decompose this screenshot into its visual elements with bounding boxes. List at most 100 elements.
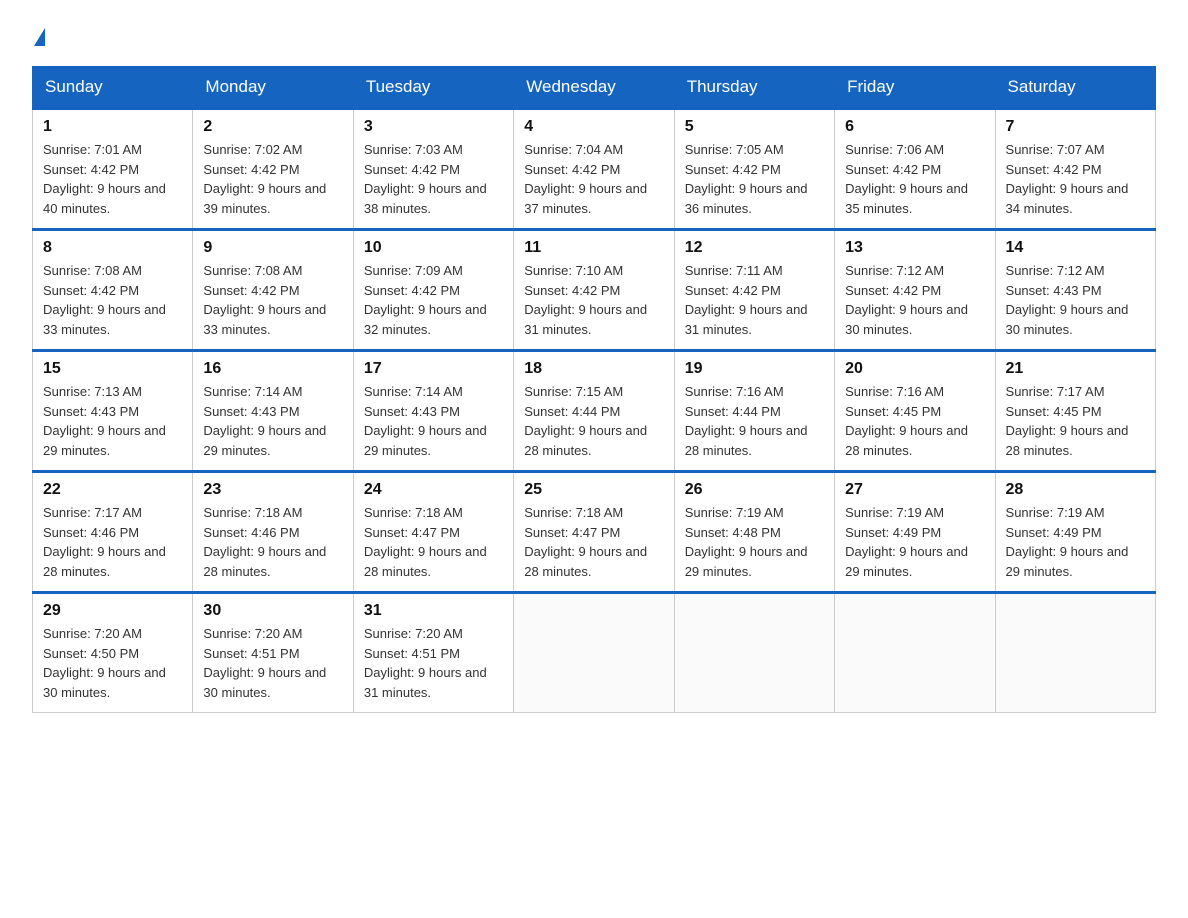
day-info: Sunrise: 7:16 AMSunset: 4:44 PMDaylight:… xyxy=(685,384,808,458)
day-info: Sunrise: 7:06 AMSunset: 4:42 PMDaylight:… xyxy=(845,142,968,216)
day-info: Sunrise: 7:20 AMSunset: 4:51 PMDaylight:… xyxy=(203,626,326,700)
calendar-day-cell: 8 Sunrise: 7:08 AMSunset: 4:42 PMDayligh… xyxy=(33,230,193,351)
day-info: Sunrise: 7:09 AMSunset: 4:42 PMDaylight:… xyxy=(364,263,487,337)
calendar-day-cell xyxy=(995,593,1155,713)
calendar-day-cell: 19 Sunrise: 7:16 AMSunset: 4:44 PMDaylig… xyxy=(674,351,834,472)
calendar-day-cell: 31 Sunrise: 7:20 AMSunset: 4:51 PMDaylig… xyxy=(353,593,513,713)
calendar-week-row: 29 Sunrise: 7:20 AMSunset: 4:50 PMDaylig… xyxy=(33,593,1156,713)
day-number: 8 xyxy=(43,239,182,257)
calendar-day-cell xyxy=(835,593,995,713)
calendar-day-cell: 27 Sunrise: 7:19 AMSunset: 4:49 PMDaylig… xyxy=(835,472,995,593)
day-number: 19 xyxy=(685,360,824,378)
day-number: 14 xyxy=(1006,239,1145,257)
day-info: Sunrise: 7:12 AMSunset: 4:42 PMDaylight:… xyxy=(845,263,968,337)
day-info: Sunrise: 7:16 AMSunset: 4:45 PMDaylight:… xyxy=(845,384,968,458)
day-number: 3 xyxy=(364,118,503,136)
calendar-week-row: 15 Sunrise: 7:13 AMSunset: 4:43 PMDaylig… xyxy=(33,351,1156,472)
day-number: 29 xyxy=(43,602,182,620)
day-number: 7 xyxy=(1006,118,1145,136)
calendar-day-cell: 6 Sunrise: 7:06 AMSunset: 4:42 PMDayligh… xyxy=(835,109,995,230)
calendar-day-cell: 3 Sunrise: 7:03 AMSunset: 4:42 PMDayligh… xyxy=(353,109,513,230)
calendar-day-cell: 30 Sunrise: 7:20 AMSunset: 4:51 PMDaylig… xyxy=(193,593,353,713)
day-number: 30 xyxy=(203,602,342,620)
day-number: 26 xyxy=(685,481,824,499)
calendar-day-cell: 25 Sunrise: 7:18 AMSunset: 4:47 PMDaylig… xyxy=(514,472,674,593)
calendar-day-cell: 15 Sunrise: 7:13 AMSunset: 4:43 PMDaylig… xyxy=(33,351,193,472)
calendar-week-row: 22 Sunrise: 7:17 AMSunset: 4:46 PMDaylig… xyxy=(33,472,1156,593)
day-info: Sunrise: 7:19 AMSunset: 4:49 PMDaylight:… xyxy=(1006,505,1129,579)
day-number: 6 xyxy=(845,118,984,136)
day-of-week-header: Saturday xyxy=(995,67,1155,109)
day-info: Sunrise: 7:18 AMSunset: 4:47 PMDaylight:… xyxy=(524,505,647,579)
day-number: 13 xyxy=(845,239,984,257)
day-info: Sunrise: 7:20 AMSunset: 4:51 PMDaylight:… xyxy=(364,626,487,700)
calendar-day-cell: 17 Sunrise: 7:14 AMSunset: 4:43 PMDaylig… xyxy=(353,351,513,472)
page-header xyxy=(32,24,1156,48)
day-of-week-header: Friday xyxy=(835,67,995,109)
calendar-day-cell: 29 Sunrise: 7:20 AMSunset: 4:50 PMDaylig… xyxy=(33,593,193,713)
calendar-week-row: 1 Sunrise: 7:01 AMSunset: 4:42 PMDayligh… xyxy=(33,109,1156,230)
day-info: Sunrise: 7:14 AMSunset: 4:43 PMDaylight:… xyxy=(364,384,487,458)
calendar-day-cell: 13 Sunrise: 7:12 AMSunset: 4:42 PMDaylig… xyxy=(835,230,995,351)
day-info: Sunrise: 7:10 AMSunset: 4:42 PMDaylight:… xyxy=(524,263,647,337)
day-info: Sunrise: 7:04 AMSunset: 4:42 PMDaylight:… xyxy=(524,142,647,216)
day-number: 22 xyxy=(43,481,182,499)
day-info: Sunrise: 7:17 AMSunset: 4:45 PMDaylight:… xyxy=(1006,384,1129,458)
day-number: 10 xyxy=(364,239,503,257)
day-number: 12 xyxy=(685,239,824,257)
day-number: 9 xyxy=(203,239,342,257)
day-number: 27 xyxy=(845,481,984,499)
day-info: Sunrise: 7:19 AMSunset: 4:49 PMDaylight:… xyxy=(845,505,968,579)
day-info: Sunrise: 7:20 AMSunset: 4:50 PMDaylight:… xyxy=(43,626,166,700)
day-number: 4 xyxy=(524,118,663,136)
day-info: Sunrise: 7:18 AMSunset: 4:46 PMDaylight:… xyxy=(203,505,326,579)
logo-triangle-icon xyxy=(34,28,45,46)
day-number: 31 xyxy=(364,602,503,620)
day-of-week-header: Monday xyxy=(193,67,353,109)
calendar-day-cell: 11 Sunrise: 7:10 AMSunset: 4:42 PMDaylig… xyxy=(514,230,674,351)
day-number: 1 xyxy=(43,118,182,136)
calendar-day-cell: 23 Sunrise: 7:18 AMSunset: 4:46 PMDaylig… xyxy=(193,472,353,593)
day-number: 20 xyxy=(845,360,984,378)
day-of-week-header: Tuesday xyxy=(353,67,513,109)
day-number: 23 xyxy=(203,481,342,499)
calendar-day-cell xyxy=(514,593,674,713)
day-number: 17 xyxy=(364,360,503,378)
day-info: Sunrise: 7:14 AMSunset: 4:43 PMDaylight:… xyxy=(203,384,326,458)
calendar-day-cell: 18 Sunrise: 7:15 AMSunset: 4:44 PMDaylig… xyxy=(514,351,674,472)
calendar-week-row: 8 Sunrise: 7:08 AMSunset: 4:42 PMDayligh… xyxy=(33,230,1156,351)
calendar-day-cell: 26 Sunrise: 7:19 AMSunset: 4:48 PMDaylig… xyxy=(674,472,834,593)
day-number: 15 xyxy=(43,360,182,378)
day-number: 5 xyxy=(685,118,824,136)
calendar-day-cell: 24 Sunrise: 7:18 AMSunset: 4:47 PMDaylig… xyxy=(353,472,513,593)
calendar-day-cell: 10 Sunrise: 7:09 AMSunset: 4:42 PMDaylig… xyxy=(353,230,513,351)
day-info: Sunrise: 7:08 AMSunset: 4:42 PMDaylight:… xyxy=(43,263,166,337)
calendar-day-cell: 5 Sunrise: 7:05 AMSunset: 4:42 PMDayligh… xyxy=(674,109,834,230)
calendar-day-cell: 14 Sunrise: 7:12 AMSunset: 4:43 PMDaylig… xyxy=(995,230,1155,351)
calendar-day-cell: 2 Sunrise: 7:02 AMSunset: 4:42 PMDayligh… xyxy=(193,109,353,230)
day-info: Sunrise: 7:07 AMSunset: 4:42 PMDaylight:… xyxy=(1006,142,1129,216)
calendar-day-cell: 21 Sunrise: 7:17 AMSunset: 4:45 PMDaylig… xyxy=(995,351,1155,472)
calendar-day-cell: 28 Sunrise: 7:19 AMSunset: 4:49 PMDaylig… xyxy=(995,472,1155,593)
day-info: Sunrise: 7:18 AMSunset: 4:47 PMDaylight:… xyxy=(364,505,487,579)
day-info: Sunrise: 7:15 AMSunset: 4:44 PMDaylight:… xyxy=(524,384,647,458)
day-info: Sunrise: 7:19 AMSunset: 4:48 PMDaylight:… xyxy=(685,505,808,579)
day-info: Sunrise: 7:03 AMSunset: 4:42 PMDaylight:… xyxy=(364,142,487,216)
calendar-day-cell: 4 Sunrise: 7:04 AMSunset: 4:42 PMDayligh… xyxy=(514,109,674,230)
day-number: 16 xyxy=(203,360,342,378)
day-info: Sunrise: 7:05 AMSunset: 4:42 PMDaylight:… xyxy=(685,142,808,216)
day-number: 11 xyxy=(524,239,663,257)
calendar-day-cell xyxy=(674,593,834,713)
day-of-week-header: Wednesday xyxy=(514,67,674,109)
logo xyxy=(32,24,45,48)
calendar-day-cell: 16 Sunrise: 7:14 AMSunset: 4:43 PMDaylig… xyxy=(193,351,353,472)
day-info: Sunrise: 7:01 AMSunset: 4:42 PMDaylight:… xyxy=(43,142,166,216)
calendar-day-cell: 7 Sunrise: 7:07 AMSunset: 4:42 PMDayligh… xyxy=(995,109,1155,230)
day-info: Sunrise: 7:11 AMSunset: 4:42 PMDaylight:… xyxy=(685,263,808,337)
day-info: Sunrise: 7:02 AMSunset: 4:42 PMDaylight:… xyxy=(203,142,326,216)
day-number: 25 xyxy=(524,481,663,499)
day-number: 28 xyxy=(1006,481,1145,499)
day-of-week-header: Sunday xyxy=(33,67,193,109)
calendar-day-cell: 1 Sunrise: 7:01 AMSunset: 4:42 PMDayligh… xyxy=(33,109,193,230)
day-info: Sunrise: 7:08 AMSunset: 4:42 PMDaylight:… xyxy=(203,263,326,337)
